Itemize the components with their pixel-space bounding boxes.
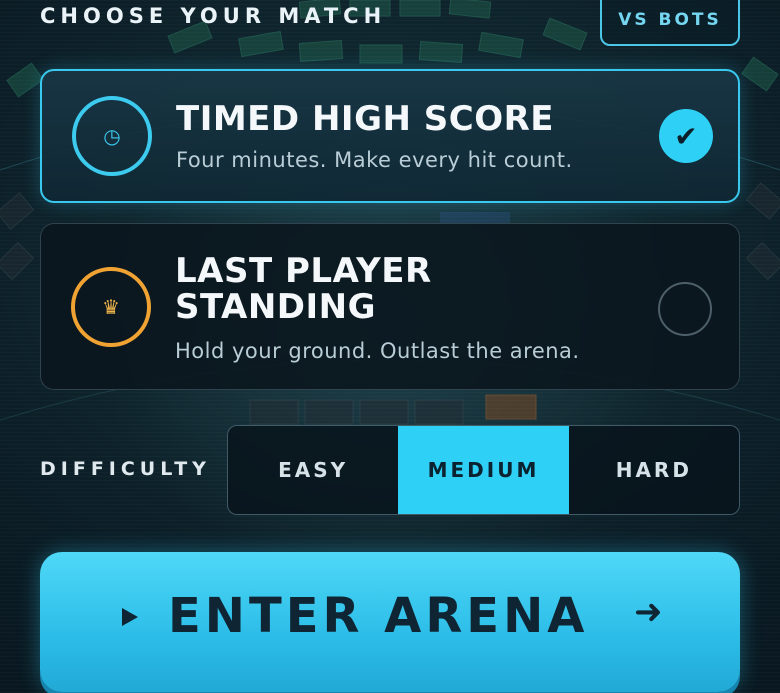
mode-description: Hold your ground. Outlast the arena. [175, 339, 580, 363]
difficulty-selector: EASY MEDIUM HARD [227, 425, 740, 515]
play-icon [122, 608, 138, 626]
vs-bots-button[interactable]: VS BOTS [600, 0, 740, 46]
difficulty-easy-button[interactable]: EASY [228, 426, 398, 514]
mode-description: Four minutes. Make every hit count. [176, 148, 573, 172]
unselected-radio-icon[interactable] [658, 282, 712, 336]
enter-arena-button[interactable]: ENTER ARENA ➜ [40, 552, 740, 692]
difficulty-medium-button[interactable]: MEDIUM [398, 426, 569, 514]
page-title: CHOOSE YOUR MATCH [40, 4, 387, 28]
arrow-right-icon: ➜ [634, 592, 663, 632]
selected-check-icon[interactable]: ✔ [659, 109, 713, 163]
difficulty-hard-button[interactable]: HARD [569, 426, 739, 514]
crown-icon: ♛ [71, 267, 151, 347]
difficulty-label: DIFFICULTY [40, 458, 211, 480]
mode-card-last-player-standing[interactable]: ♛ LAST PLAYER STANDING Hold your ground.… [40, 223, 740, 390]
mode-card-timed-high-score[interactable]: ◷ TIMED HIGH SCORE Four minutes. Make ev… [40, 69, 740, 203]
mode-title: TIMED HIGH SCORE [176, 99, 555, 139]
mode-title: LAST PLAYER STANDING [175, 251, 432, 327]
enter-arena-label: ENTER ARENA [168, 588, 589, 644]
timer-icon: ◷ [72, 96, 152, 176]
